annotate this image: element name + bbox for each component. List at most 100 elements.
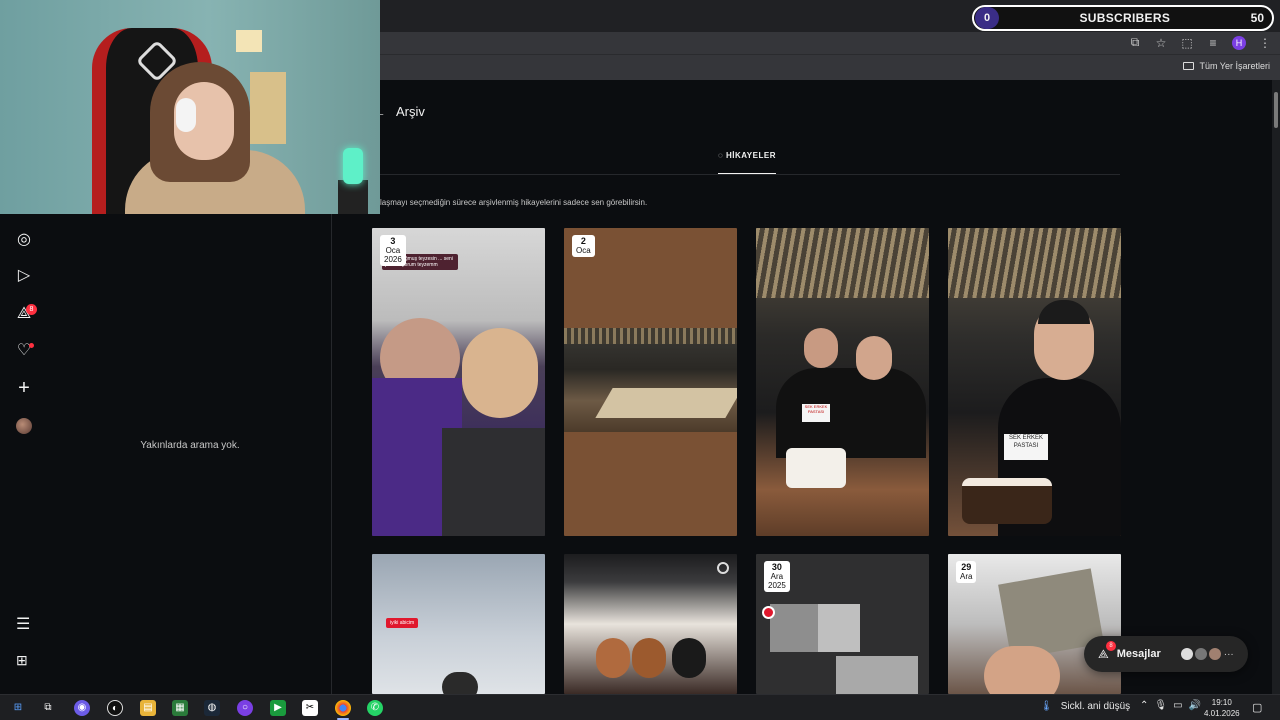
weather-text: Sickl. ani düşüş (1060, 701, 1131, 712)
clock-time: 19:10 (1211, 698, 1232, 707)
star-icon[interactable]: ☆ (1154, 36, 1168, 50)
archive-info-text: ylaşmayı seçmediğin sürece arşivlenmiş h… (376, 198, 648, 207)
thermometer-icon: 🌡 (1040, 701, 1053, 712)
app-icon[interactable]: ◐ (107, 700, 123, 716)
webcam-overlay (0, 0, 380, 214)
store-icon[interactable]: ▦ (172, 700, 188, 716)
story-photo-detail (1038, 300, 1090, 324)
story-card[interactable]: 30 Ara 2025 (756, 554, 929, 694)
threads-apps-icon[interactable]: ⊞ (16, 652, 28, 669)
story-photo-detail (786, 448, 846, 488)
search-panel: Yakınlarda arama yok. (48, 214, 332, 694)
cake-sign: SEK ERKEK PASTASI (802, 404, 830, 422)
cake-sign: SEK ERKEK PASTASI (1004, 434, 1048, 460)
instagram-sidebar: ◎ ▷ ⟁ 8 ♡ + ☰ ⊞ (0, 214, 48, 694)
clock-date: 4.01.2026 (1204, 709, 1240, 718)
story-date-badge: 3 Oca 2026 (380, 235, 406, 266)
story-year: 2026 (384, 255, 402, 264)
subscriber-goal: 50 (1250, 11, 1264, 25)
create-icon[interactable]: + (14, 378, 34, 398)
steam-icon[interactable]: ◍ (204, 700, 220, 716)
story-date-badge: 30 Ara 2025 (764, 561, 790, 592)
page-title: Arşiv (396, 104, 425, 119)
weather-widget[interactable]: 🌡 Sickl. ani düşüş (1040, 701, 1130, 712)
app-icon[interactable]: ◉ (74, 700, 90, 716)
whatsapp-icon[interactable]: ✆ (367, 700, 383, 716)
story-photo-detail (564, 328, 737, 344)
story-date-badge: 2 Oca (572, 235, 595, 257)
story-photo-subject (672, 638, 706, 678)
windows-taskbar: ⊞ ⧉ ◉ ◐ ▤ ▦ ◍ ○ ▶ ✂ ✆ 🌡 Sickl. ani düşüş… (0, 694, 1280, 720)
folder-icon (1183, 62, 1195, 70)
file-explorer-icon[interactable]: ▤ (140, 700, 156, 716)
story-month: Oca (576, 246, 591, 255)
story-month: Oca (385, 246, 401, 255)
story-card[interactable]: m iyiki doğmuş teyzesin ... seni çok sev… (372, 228, 545, 536)
story-photo (836, 656, 918, 694)
story-month: Ara (770, 572, 784, 581)
volume-icon[interactable]: 🔊 (1189, 700, 1201, 711)
page-scrollbar[interactable] (1272, 80, 1280, 694)
story-photo-detail (595, 388, 737, 418)
profile-avatar[interactable] (16, 418, 32, 434)
messages-pill[interactable]: ⟁ 8 Mesajlar ··· (1084, 636, 1248, 672)
extensions-icon[interactable]: ⬚ (1180, 36, 1194, 50)
story-day: 29 (961, 562, 972, 572)
story-photo-subject (462, 328, 538, 418)
explore-icon[interactable]: ◎ (14, 230, 34, 250)
story-card[interactable] (564, 554, 737, 694)
messages-send-icon: ⟁ 8 (1098, 640, 1116, 662)
reels-icon[interactable]: ▷ (14, 266, 34, 286)
no-recent-searches: Yakınlarda arama yok. (140, 440, 240, 451)
story-card[interactable]: 29 Ara (948, 554, 1121, 694)
story-year: 2025 (768, 581, 786, 590)
chrome-icon[interactable] (335, 700, 351, 716)
mic-arm (338, 180, 368, 214)
story-photo-subject (804, 328, 838, 368)
task-view-icon[interactable]: ⧉ (40, 700, 56, 716)
story-month: Ara (960, 572, 973, 581)
story-card[interactable]: SEK ERKEK PASTASI (948, 228, 1121, 536)
story-photo-detail (442, 428, 545, 536)
capcut-icon[interactable]: ✂ (302, 700, 318, 716)
story-photo-detail (962, 478, 1052, 524)
story-photo-subject (442, 672, 478, 694)
chevron-up-icon[interactable]: ⌃ (1140, 700, 1148, 711)
menu-kebab-icon[interactable]: ⋮ (1258, 36, 1272, 50)
story-day: 2 (580, 236, 586, 246)
story-photo-detail (948, 228, 1121, 298)
media-icon[interactable]: ≡ (1206, 36, 1220, 50)
story-day: 3 (390, 236, 396, 246)
scrollbar-thumb[interactable] (1274, 92, 1278, 128)
story-photo-subject (596, 638, 630, 678)
tab-stories[interactable]: ◌ HİKAYELER (718, 151, 776, 160)
taskbar-clock[interactable]: 19:10 4.01.2026 (1204, 697, 1240, 719)
microphone (343, 148, 363, 184)
story-date-badge: 29 Ara (956, 561, 977, 583)
tab-stories-label: HİKAYELER (725, 151, 776, 160)
mic-icon[interactable]: 🎙 (1154, 700, 1167, 711)
subscriber-label: SUBSCRIBERS (1079, 11, 1171, 25)
record-icon (762, 606, 775, 619)
tab-divider (372, 174, 1120, 175)
profile-avatar[interactable]: H (1232, 35, 1246, 50)
app-icon[interactable]: ▶ (270, 700, 286, 716)
story-card[interactable]: iyiki abicim (372, 554, 545, 694)
network-icon[interactable]: ▭ (1173, 700, 1182, 711)
more-menu-icon[interactable]: ☰ (16, 614, 30, 634)
story-photo-detail (756, 228, 929, 298)
more-icon: ··· (1223, 648, 1234, 660)
start-icon[interactable]: ⊞ (10, 700, 26, 716)
cast-icon[interactable]: ⧉ (1128, 35, 1142, 50)
toolbar-icons: ⧉ ☆ ⬚ ≡ H ⋮ (1128, 35, 1272, 50)
story-card[interactable]: SEK ERKEK PASTASI (756, 228, 929, 536)
story-card[interactable]: 2 Oca (564, 228, 737, 536)
archive-main: ← Arşiv ◌ HİKAYELER ylaşmayı seçmediğin … (332, 80, 1272, 694)
notification-icon[interactable]: ▢ (1252, 701, 1262, 714)
all-bookmarks-button[interactable]: Tüm Yer İşaretleri (1183, 61, 1270, 71)
obs-icon[interactable]: ○ (237, 700, 253, 716)
all-bookmarks-label: Tüm Yer İşaretleri (1199, 61, 1270, 71)
story-day: 30 (771, 562, 782, 572)
messages-badge: 8 (1106, 640, 1116, 651)
notification-dot (29, 343, 34, 348)
